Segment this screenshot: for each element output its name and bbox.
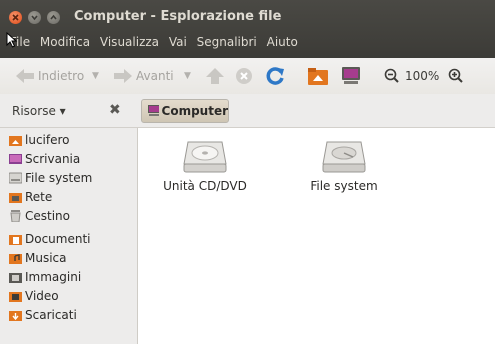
- sidebar-item-label: Scrivania: [25, 152, 81, 166]
- computer-monitor-icon: [148, 105, 159, 116]
- home-button[interactable]: [307, 66, 329, 86]
- sidebar-item-label: Documenti: [25, 232, 91, 246]
- forward-history-dropdown[interactable]: ▼: [184, 66, 191, 86]
- maximize-window-button[interactable]: [47, 11, 60, 24]
- sidebar-item-documenti[interactable]: Documenti: [9, 230, 91, 248]
- forward-button[interactable]: Avanti: [112, 66, 174, 86]
- file-item-label: Unità CD/DVD: [163, 179, 247, 193]
- sidebar-item-video[interactable]: Video: [9, 287, 59, 305]
- sidebar-item-immagini[interactable]: Immagini: [9, 268, 81, 286]
- up-arrow-icon: [206, 68, 224, 84]
- sidebar-item-label: Musica: [25, 251, 67, 265]
- sidebar-item-musica[interactable]: Musica: [9, 249, 67, 267]
- close-window-button[interactable]: [9, 11, 22, 24]
- network-icon: [9, 193, 22, 203]
- mouse-pointer-icon: [6, 32, 18, 48]
- zoom-level-value: 100%: [405, 69, 440, 83]
- sidebar-item-file-system[interactable]: File system: [9, 169, 92, 187]
- minimize-window-button[interactable]: [28, 11, 41, 24]
- back-button[interactable]: Indietro: [14, 66, 84, 86]
- computer-button[interactable]: [340, 66, 362, 86]
- file-view: Unità CD/DVD File system: [139, 128, 495, 344]
- close-icon: ✖: [109, 102, 121, 118]
- back-arrow-icon: [16, 69, 34, 83]
- sidebar-item-label: Video: [25, 289, 59, 303]
- sidebar-item-lucifero[interactable]: lucifero: [9, 131, 70, 149]
- file-item-file-system[interactable]: File system: [294, 138, 394, 193]
- window-title: Computer - Esplorazione file: [74, 9, 282, 24]
- sidebar-item-label: Cestino: [25, 209, 70, 223]
- menu-vai[interactable]: Vai: [169, 35, 187, 49]
- toolbar: Indietro ▼ Avanti ▼ 100%: [0, 58, 495, 94]
- sidebar-item-scaricati[interactable]: Scaricati: [9, 306, 77, 324]
- stop-icon: [236, 68, 252, 84]
- file-item-label: File system: [310, 179, 378, 193]
- trash-icon: [10, 210, 21, 222]
- sidebar-item-label: Rete: [25, 190, 53, 204]
- menu-visualizza[interactable]: Visualizza: [100, 35, 159, 49]
- forward-arrow-icon: [114, 69, 132, 83]
- up-button[interactable]: [205, 66, 225, 86]
- sidebar-item-rete[interactable]: Rete: [9, 188, 52, 206]
- home-folder-icon: [308, 68, 328, 85]
- location-bar: Risorse ▾ ✖ Computer: [0, 94, 495, 128]
- menu-aiuto[interactable]: Aiuto: [267, 35, 298, 49]
- file-item-cd-dvd[interactable]: Unità CD/DVD: [155, 138, 255, 193]
- optical-drive-icon: [183, 141, 227, 173]
- desktop-icon: [9, 154, 22, 164]
- pictures-folder-icon: [9, 273, 22, 283]
- dropdown-arrow-icon: ▼: [184, 71, 191, 81]
- maximize-icon: [50, 14, 57, 20]
- zoom-in-icon: [448, 68, 463, 83]
- sidebar-item-label: lucifero: [25, 133, 70, 147]
- menu-segnalibri[interactable]: Segnalibri: [197, 35, 257, 49]
- sidebar-item-label: File system: [25, 171, 93, 185]
- sidebar-type-select[interactable]: Risorse ▾: [12, 104, 66, 118]
- dropdown-arrow-icon: ▼: [92, 71, 99, 81]
- zoom-out-button[interactable]: [384, 66, 400, 86]
- documents-folder-icon: [9, 235, 22, 245]
- minimize-icon: [31, 15, 38, 21]
- sidebar-item-label: Scaricati: [25, 308, 77, 322]
- pathbar-label: Computer: [161, 104, 228, 118]
- zoom-out-icon: [384, 68, 399, 83]
- reload-icon: [266, 67, 284, 85]
- drive-icon: [9, 172, 22, 184]
- zoom-in-button[interactable]: [448, 66, 464, 86]
- computer-monitor-icon: [342, 67, 360, 84]
- music-folder-icon: [9, 254, 22, 264]
- menu-bar: File Modifica Visualizza Vai Segnalibri …: [8, 35, 304, 53]
- sidebar-item-scrivania[interactable]: Scrivania: [9, 150, 80, 168]
- zoom-level[interactable]: 100%: [405, 66, 439, 86]
- title-bar: Computer - Esplorazione file File Modifi…: [0, 0, 495, 58]
- downloads-folder-icon: [9, 311, 22, 321]
- home-folder-icon: [9, 136, 22, 146]
- back-history-dropdown[interactable]: ▼: [92, 66, 99, 86]
- menu-modifica[interactable]: Modifica: [40, 35, 90, 49]
- stop-button[interactable]: [235, 66, 253, 86]
- close-icon: [12, 14, 19, 21]
- sidebar-item-label: Immagini: [25, 270, 82, 284]
- sidebar-item-cestino[interactable]: Cestino: [9, 207, 70, 225]
- back-label: Indietro: [38, 69, 85, 83]
- pathbar-computer-button[interactable]: Computer: [141, 99, 229, 123]
- places-sidebar: lucifero Scrivania File system Rete Cest…: [0, 128, 138, 344]
- reload-button[interactable]: [265, 66, 285, 86]
- video-folder-icon: [9, 292, 22, 302]
- forward-label: Avanti: [136, 69, 174, 83]
- harddisk-icon: [322, 141, 366, 173]
- close-sidebar-button[interactable]: ✖: [109, 102, 121, 118]
